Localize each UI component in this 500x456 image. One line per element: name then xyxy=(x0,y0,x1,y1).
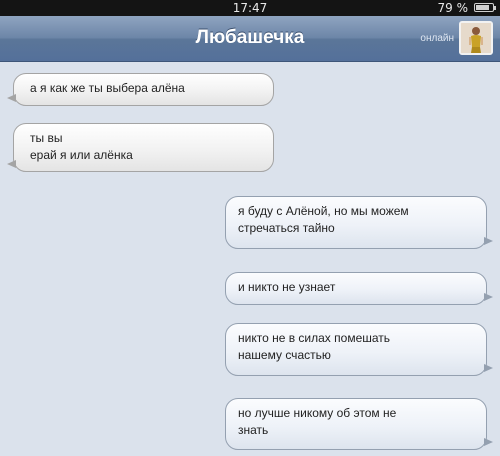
battery-percentage: 79 % xyxy=(437,1,469,15)
message-bubble-incoming: ты вы ерай я или алёнка xyxy=(7,123,274,172)
message-bubble-outgoing: никто не в силах помешать нашему счастью xyxy=(225,323,493,376)
user-avatar-photo-icon xyxy=(461,23,491,53)
message-text: стречаться тайно xyxy=(238,221,335,235)
message-text: знать xyxy=(238,423,269,437)
message-text: ты вы xyxy=(30,131,63,145)
message-text: но лучше никому об этом не xyxy=(238,406,397,420)
battery-icon xyxy=(474,3,496,12)
message-text: ерай я или алёнка xyxy=(30,148,133,162)
status-time: 17:47 xyxy=(232,1,268,15)
avatar[interactable] xyxy=(459,21,493,55)
message-text: никто не в силах помешать xyxy=(238,331,391,345)
status-bar: 17:47 79 % xyxy=(0,0,500,16)
message-bubble-outgoing: и никто не узнает xyxy=(225,272,493,305)
navigation-bar: Любашечка онлайн xyxy=(0,16,500,62)
message-list[interactable]: а я как же ты выбера алёна ты вы ерай я … xyxy=(0,62,500,456)
message-text: нашему счастью xyxy=(238,348,331,362)
message-text: я буду с Алёной, но мы можем xyxy=(238,204,409,218)
message-text: и никто не узнает xyxy=(238,280,336,294)
message-text: а я как же ты выбера алёна xyxy=(30,81,185,95)
message-bubble-outgoing: я буду с Алёной, но мы можем стречаться … xyxy=(225,196,493,249)
online-status: онлайн xyxy=(420,33,454,44)
message-bubble-incoming: а я как же ты выбера алёна xyxy=(7,73,274,106)
message-bubble-outgoing: но лучше никому об этом не знать xyxy=(225,398,493,450)
